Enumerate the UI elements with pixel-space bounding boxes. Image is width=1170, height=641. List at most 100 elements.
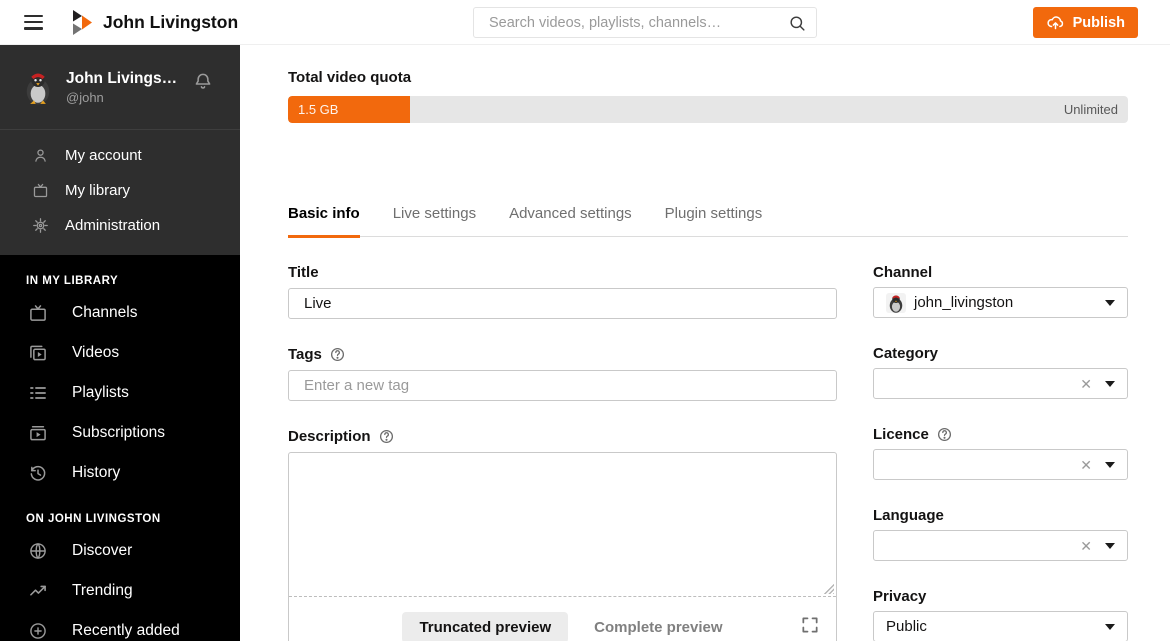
search-icon[interactable] — [788, 14, 807, 33]
sidebar-item-label: Videos — [72, 344, 120, 361]
description-preview-toolbar: Truncated preview Complete preview — [289, 597, 836, 641]
sidebar-item-label: Discover — [72, 542, 133, 559]
sidebar-item-label: Subscriptions — [72, 424, 166, 441]
sidebar-item-label: Trending — [72, 582, 133, 599]
history-icon — [30, 465, 46, 481]
sidebar: John Livings… @john My account My librar… — [0, 45, 240, 641]
quota-used-label: 1.5 GB — [298, 102, 339, 117]
chevron-down-icon — [1105, 542, 1115, 549]
chevron-down-icon — [1105, 461, 1115, 468]
complete-preview-button[interactable]: Complete preview — [594, 619, 722, 636]
sidebar-item-videos[interactable]: Videos — [0, 333, 240, 373]
sidebar-item-channels[interactable]: Channels — [0, 293, 240, 333]
licence-label: Licence — [873, 426, 1128, 443]
description-textarea[interactable] — [289, 453, 836, 597]
instance-title[interactable]: John Livingston — [103, 12, 238, 33]
sidebar-item-history[interactable]: History — [0, 453, 240, 493]
sidebar-section-in-my-library: IN MY LIBRARY Channels Videos Playlists … — [0, 255, 240, 493]
privacy-select[interactable]: Public — [873, 611, 1128, 641]
sidebar-item-label: My account — [65, 147, 142, 164]
licence-select[interactable]: ✕ — [873, 449, 1128, 480]
sidebar-item-discover[interactable]: Discover — [0, 531, 240, 571]
channel-value: john_livingston — [914, 294, 1014, 311]
clear-icon[interactable]: ✕ — [1080, 539, 1092, 553]
language-select[interactable]: ✕ — [873, 530, 1128, 561]
clear-icon[interactable]: ✕ — [1080, 377, 1092, 391]
help-icon[interactable] — [329, 346, 346, 363]
account-menu: My account My library Administration — [0, 129, 240, 255]
sidebar-item-label: My library — [65, 182, 131, 199]
subscriptions-icon — [30, 426, 46, 441]
menu-toggle-icon[interactable] — [24, 14, 43, 30]
search-box — [473, 7, 817, 38]
publish-label: Publish — [1072, 14, 1125, 31]
description-editor: Truncated preview Complete preview — [288, 452, 837, 641]
sidebar-item-label: Playlists — [72, 384, 129, 401]
peertube-logo-icon[interactable] — [72, 9, 93, 36]
playlist-icon — [30, 387, 46, 399]
globe-icon — [30, 542, 46, 560]
quota-progress-fill: 1.5 GB — [288, 96, 410, 123]
sidebar-item-subscriptions[interactable]: Subscriptions — [0, 413, 240, 453]
publish-button[interactable]: Publish — [1032, 7, 1138, 38]
trending-icon — [30, 585, 46, 596]
clear-icon[interactable]: ✕ — [1080, 458, 1092, 472]
sidebar-user[interactable]: John Livings… @john — [0, 45, 240, 129]
section-title: IN MY LIBRARY — [26, 275, 119, 287]
category-label: Category — [873, 345, 939, 362]
main-content: Total video quota 1.5 GB Unlimited Basic… — [240, 45, 1170, 641]
upload-icon — [1047, 16, 1063, 30]
user-display-name: John Livings… — [66, 69, 178, 87]
section-title: ON JOHN LIVINGSTON — [26, 513, 161, 525]
videos-icon — [30, 345, 46, 361]
title-input[interactable] — [288, 288, 837, 319]
sidebar-item-label: History — [72, 464, 121, 481]
topbar: John Livingston Publish — [0, 0, 1170, 45]
sidebar-item-my-library[interactable]: My library — [0, 173, 240, 208]
tags-label: Tags — [288, 346, 837, 363]
fullscreen-icon — [802, 617, 818, 633]
sidebar-item-label: Recently added — [72, 622, 180, 639]
channel-avatar — [886, 292, 906, 313]
help-icon[interactable] — [378, 428, 395, 445]
maximize-editor-button[interactable] — [800, 615, 820, 635]
person-icon — [35, 149, 46, 162]
quota-title: Total video quota — [288, 69, 412, 86]
user-avatar[interactable] — [20, 69, 56, 105]
category-select[interactable]: ✕ — [873, 368, 1128, 399]
tab-plugin-settings[interactable]: Plugin settings — [665, 205, 763, 238]
chevron-down-icon — [1105, 623, 1115, 630]
sidebar-item-label: Channels — [72, 304, 138, 321]
sidebar-item-administration[interactable]: Administration — [0, 208, 240, 243]
sidebar-item-my-account[interactable]: My account — [0, 138, 240, 173]
resize-handle[interactable] — [823, 583, 834, 594]
channel-select[interactable]: john_livingston — [873, 287, 1128, 318]
privacy-label: Privacy — [873, 588, 927, 605]
chevron-down-icon — [1105, 299, 1115, 306]
search-input[interactable] — [474, 8, 816, 37]
title-label: Title — [288, 264, 319, 281]
tab-advanced-settings[interactable]: Advanced settings — [509, 205, 632, 238]
sidebar-item-recently-added[interactable]: Recently added — [0, 611, 240, 641]
chevron-down-icon — [1105, 380, 1115, 387]
privacy-value: Public — [886, 618, 927, 635]
sidebar-item-playlists[interactable]: Playlists — [0, 373, 240, 413]
tv-icon — [30, 305, 46, 321]
help-icon[interactable] — [936, 426, 953, 443]
gear-icon — [33, 218, 48, 233]
sidebar-item-label: Administration — [65, 217, 161, 234]
user-handle: @john — [66, 89, 104, 105]
notifications-bell-icon[interactable] — [192, 71, 214, 93]
channel-label: Channel — [873, 264, 933, 281]
sidebar-item-trending[interactable]: Trending — [0, 571, 240, 611]
tab-basic-info[interactable]: Basic info — [288, 205, 360, 238]
tab-bar: Basic info Live settings Advanced settin… — [288, 205, 1128, 238]
tv-icon — [33, 183, 48, 198]
description-label: Description — [288, 428, 837, 445]
quota-progress-bar: 1.5 GB Unlimited — [288, 96, 1128, 123]
plus-circle-icon — [30, 623, 46, 639]
truncated-preview-button[interactable]: Truncated preview — [402, 611, 569, 641]
tags-input[interactable] — [288, 370, 837, 401]
tab-live-settings[interactable]: Live settings — [393, 205, 476, 238]
sidebar-section-on-instance: ON JOHN LIVINGSTON Discover Trending Rec… — [0, 493, 240, 641]
